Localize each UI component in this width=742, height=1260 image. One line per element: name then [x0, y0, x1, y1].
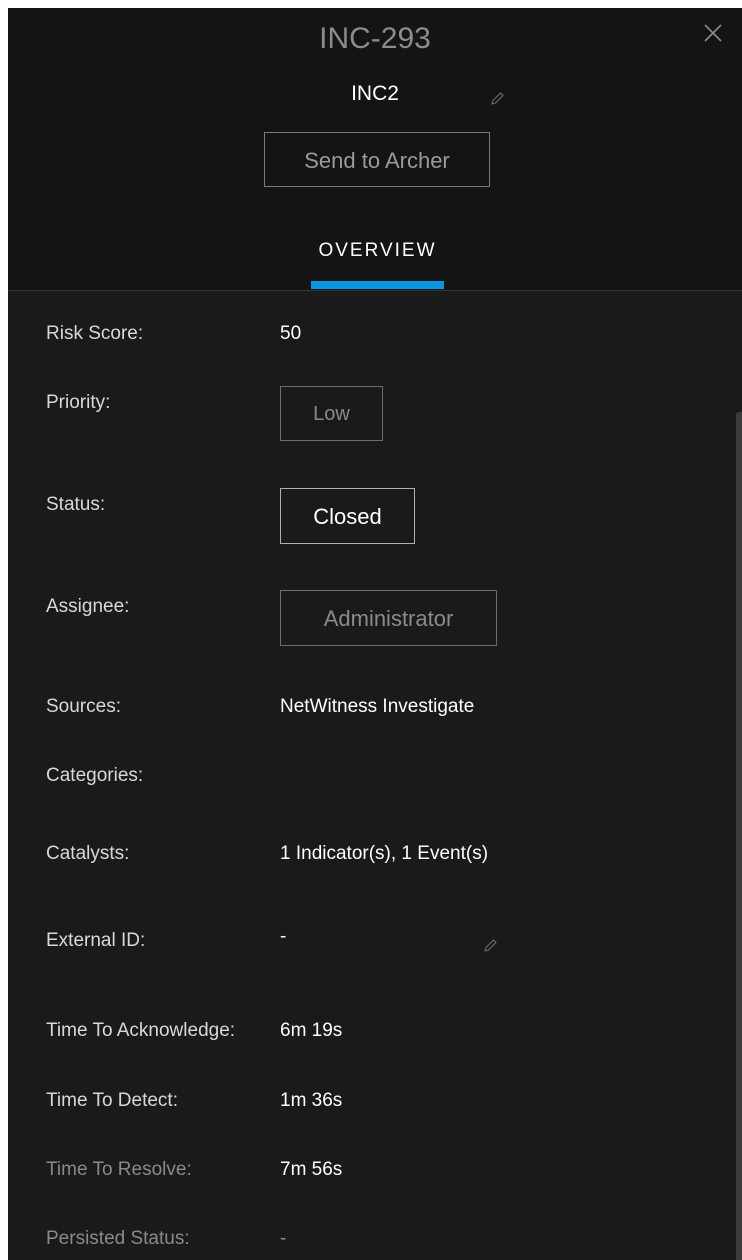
catalysts-label: Catalysts:: [46, 843, 130, 864]
close-icon[interactable]: [702, 22, 724, 44]
sources-value: NetWitness Investigate: [280, 696, 475, 717]
send-to-archer-button[interactable]: Send to Archer: [264, 132, 490, 187]
panel-header: INC-293 INC2 Send to Archer OVERVIEW: [8, 8, 742, 291]
incident-overview-panel: INC-293 INC2 Send to Archer OVERVIEW Ris…: [8, 8, 742, 1260]
time-to-acknowledge-label: Time To Acknowledge:: [46, 1020, 236, 1041]
incident-name: INC2: [351, 82, 399, 105]
time-to-resolve-value: 7m 56s: [280, 1159, 343, 1180]
status-label: Status:: [46, 494, 106, 515]
time-to-acknowledge-value: 6m 19s: [280, 1020, 343, 1041]
tab-overview[interactable]: OVERVIEW: [311, 240, 444, 262]
external-id-value: -: [280, 926, 287, 947]
risk-score-value: 50: [280, 323, 302, 344]
external-id-label: External ID:: [46, 930, 146, 951]
scrollbar[interactable]: [736, 412, 742, 1260]
categories-label: Categories:: [46, 765, 144, 786]
catalysts-value: 1 Indicator(s), 1 Event(s): [280, 843, 489, 864]
time-to-detect-label: Time To Detect:: [46, 1090, 178, 1111]
priority-label: Priority:: [46, 392, 111, 413]
time-to-resolve-label: Time To Resolve:: [46, 1159, 192, 1180]
persisted-status-value: -: [280, 1228, 287, 1249]
time-to-detect-value: 1m 36s: [280, 1090, 343, 1111]
persisted-status-label: Persisted Status:: [46, 1228, 190, 1249]
risk-score-label: Risk Score:: [46, 323, 144, 344]
pencil-icon[interactable]: [489, 91, 505, 107]
status-dropdown[interactable]: Closed: [280, 488, 415, 544]
pencil-icon[interactable]: [482, 938, 498, 954]
incident-id: INC-293: [319, 22, 431, 55]
sources-label: Sources:: [46, 696, 121, 717]
priority-dropdown[interactable]: Low: [280, 386, 383, 441]
active-tab-indicator: [311, 281, 444, 289]
assignee-dropdown[interactable]: Administrator: [280, 590, 497, 646]
assignee-label: Assignee:: [46, 596, 130, 617]
